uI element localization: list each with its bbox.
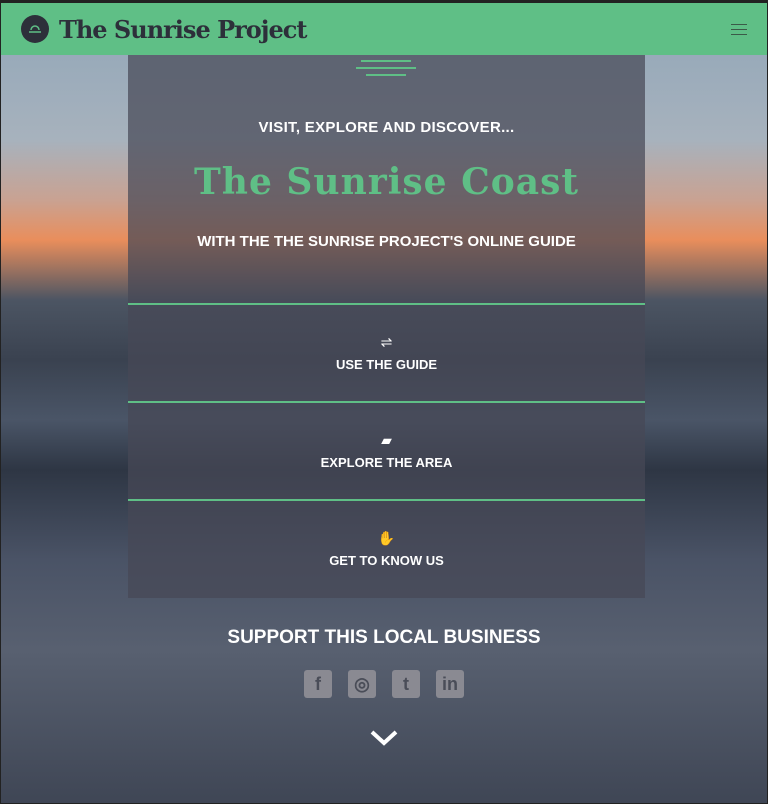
hero-title: The Sunrise Coast bbox=[194, 161, 579, 203]
hero-panel: VISIT, EXPLORE AND DISCOVER... The Sunri… bbox=[128, 55, 645, 598]
use-guide-link[interactable]: ⇌ USE THE GUIDE bbox=[128, 303, 645, 401]
hamburger-menu-icon[interactable] bbox=[731, 20, 747, 39]
get-to-know-us-link[interactable]: ✋ GET TO KNOW US bbox=[128, 499, 645, 597]
menu-label: USE THE GUIDE bbox=[335, 357, 438, 372]
logo-icon[interactable] bbox=[21, 15, 49, 43]
chevron-down-icon[interactable] bbox=[1, 723, 767, 754]
hero-subtitle: WITH THE THE SUNRISE PROJECT'S ONLINE GU… bbox=[197, 233, 576, 250]
signpost-icon: ⇌ bbox=[380, 334, 393, 350]
menu-label: GET TO KNOW US bbox=[329, 553, 444, 568]
hero-kicker: VISIT, EXPLORE AND DISCOVER... bbox=[258, 119, 515, 136]
explore-area-link[interactable]: ▰ EXPLORE THE AREA bbox=[128, 401, 645, 499]
twitter-icon[interactable]: t bbox=[392, 670, 420, 698]
facebook-icon[interactable]: f bbox=[304, 670, 332, 698]
brand-title[interactable]: The Sunrise Project bbox=[59, 15, 307, 44]
social-links: f ◎ t in bbox=[1, 670, 767, 698]
navbar: The Sunrise Project bbox=[1, 1, 767, 55]
handshake-icon: ✋ bbox=[377, 530, 396, 546]
linkedin-icon[interactable]: in bbox=[436, 670, 464, 698]
sunrise-logo-icon bbox=[356, 55, 416, 81]
instagram-icon[interactable]: ◎ bbox=[348, 670, 376, 698]
support-heading: SUPPORT THIS LOCAL BUSINESS bbox=[227, 627, 541, 648]
menu-label: EXPLORE THE AREA bbox=[320, 455, 453, 470]
map-icon: ▰ bbox=[381, 432, 392, 448]
